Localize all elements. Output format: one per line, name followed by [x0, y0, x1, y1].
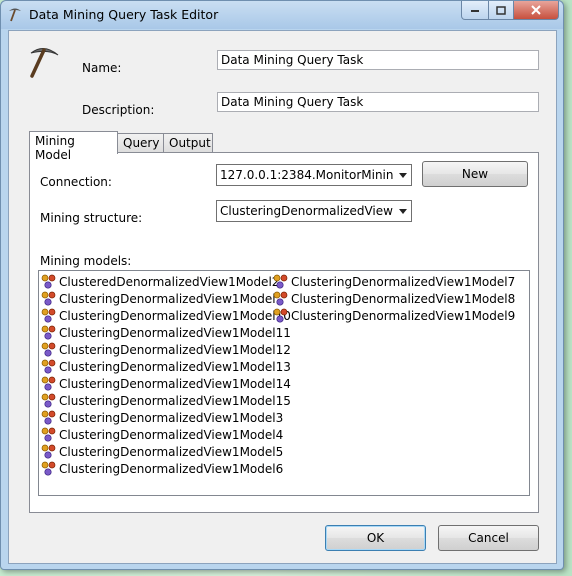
list-item[interactable]: ClusteringDenormalizedView1Model6: [41, 460, 291, 477]
mining-model-icon: [273, 274, 288, 289]
list-item[interactable]: ClusteringDenormalizedView1Model3: [41, 409, 291, 426]
mining-structure-label: Mining structure:: [40, 211, 143, 225]
mining-structure-value: ClusteringDenormalizedView1Str: [220, 204, 393, 218]
chevron-down-icon: [394, 165, 411, 185]
chevron-down-icon: [394, 201, 411, 221]
list-item[interactable]: ClusteredDenormalizedView1Model2: [41, 273, 291, 290]
list-item-label: ClusteringDenormalizedView1Model12: [59, 342, 291, 357]
mining-model-icon: [41, 376, 56, 391]
cancel-button[interactable]: Cancel: [438, 525, 539, 551]
list-item[interactable]: ClusteringDenormalizedView1Model8: [273, 290, 515, 307]
pickaxe-icon: [9, 8, 21, 22]
list-item-label: ClusteringDenormalizedView1Model3: [59, 410, 284, 425]
title-bar[interactable]: Data Mining Query Task Editor: [1, 1, 563, 29]
ok-button[interactable]: OK: [325, 525, 426, 551]
mining-model-icon: [41, 342, 56, 357]
mining-model-icon: [41, 308, 56, 323]
mining-model-icon: [41, 461, 56, 476]
connection-value: 127.0.0.1:2384.MonitorMiningPro: [220, 168, 393, 182]
tab-mining-model[interactable]: Mining Model: [29, 131, 118, 162]
list-item[interactable]: ClusteringDenormalizedView1Model4: [41, 426, 291, 443]
list-item[interactable]: ClusteringDenormalizedView1Model11: [41, 324, 291, 341]
list-item-label: ClusteringDenormalizedView1Model8: [291, 291, 516, 306]
minimize-icon: [471, 10, 479, 12]
list-item-label: ClusteringDenormalizedView1Model6: [59, 461, 284, 476]
list-item[interactable]: ClusteringDenormalizedView1Model13: [41, 358, 291, 375]
description-label: Description:: [82, 103, 155, 117]
list-item[interactable]: ClusteringDenormalizedView1Model: [41, 290, 291, 307]
tab-output[interactable]: Output: [163, 133, 213, 153]
list-item[interactable]: ClusteringDenormalizedView1Model10: [41, 307, 291, 324]
mining-model-icon: [41, 291, 56, 306]
list-item-label: ClusteringDenormalizedView1Model13: [59, 359, 291, 374]
mining-models-column-2: ClusteringDenormalizedView1Model7 Cluste…: [273, 273, 515, 324]
list-item-label: ClusteringDenormalizedView1Model5: [59, 444, 284, 459]
mining-model-icon: [41, 325, 56, 340]
list-item[interactable]: ClusteringDenormalizedView1Model5: [41, 443, 291, 460]
mining-model-panel: Connection: 127.0.0.1:2384.MonitorMining…: [29, 152, 539, 513]
window-title: Data Mining Query Task Editor: [29, 7, 219, 22]
list-item[interactable]: ClusteringDenormalizedView1Model12: [41, 341, 291, 358]
mining-model-icon: [41, 274, 56, 289]
list-item-label: ClusteringDenormalizedView1Model4: [59, 427, 284, 442]
mining-model-icon: [273, 291, 288, 306]
list-item[interactable]: ClusteringDenormalizedView1Model9: [273, 307, 515, 324]
mining-models-list[interactable]: ClusteredDenormalizedView1Model2 Cluster…: [38, 270, 530, 496]
pickaxe-icon: [30, 48, 59, 78]
list-item[interactable]: ClusteringDenormalizedView1Model7: [273, 273, 515, 290]
mining-models-column-1: ClusteredDenormalizedView1Model2 Cluster…: [41, 273, 291, 477]
mining-model-icon: [41, 359, 56, 374]
name-input[interactable]: Data Mining Query Task: [217, 50, 539, 70]
minimize-button[interactable]: [461, 1, 489, 20]
list-item-label: ClusteringDenormalizedView1Model9: [291, 308, 516, 323]
mining-model-icon: [41, 410, 56, 425]
description-input[interactable]: Data Mining Query Task: [217, 92, 539, 112]
connection-label: Connection:: [40, 175, 112, 189]
mining-model-icon: [273, 308, 288, 323]
list-item-label: ClusteringDenormalizedView1Model10: [59, 308, 291, 323]
dialog-content: Name: Data Mining Query Task Description…: [8, 30, 557, 564]
connection-dropdown[interactable]: 127.0.0.1:2384.MonitorMiningPro: [216, 164, 412, 186]
mining-structure-dropdown[interactable]: ClusteringDenormalizedView1Str: [216, 200, 412, 222]
mining-models-label: Mining models:: [40, 254, 132, 268]
maximize-button[interactable]: [489, 1, 514, 20]
list-item-label: ClusteringDenormalizedView1Model14: [59, 376, 291, 391]
list-item-label: ClusteringDenormalizedView1Model: [59, 291, 276, 306]
mining-model-icon: [41, 393, 56, 408]
list-item-label: ClusteredDenormalizedView1Model2: [59, 274, 280, 289]
list-item-label: ClusteringDenormalizedView1Model7: [291, 274, 516, 289]
maximize-icon: [496, 5, 506, 15]
new-connection-button[interactable]: New: [422, 161, 528, 187]
dialog-window: Data Mining Query Task Editor Name: Data…: [0, 0, 564, 570]
close-icon: [531, 5, 541, 15]
close-button[interactable]: [514, 1, 559, 20]
name-label: Name:: [82, 61, 122, 75]
list-item[interactable]: ClusteringDenormalizedView1Model14: [41, 375, 291, 392]
mining-model-icon: [41, 427, 56, 442]
mining-model-icon: [41, 444, 56, 459]
list-item-label: ClusteringDenormalizedView1Model11: [59, 325, 291, 340]
tab-query[interactable]: Query: [117, 133, 164, 153]
list-item-label: ClusteringDenormalizedView1Model15: [59, 393, 291, 408]
list-item[interactable]: ClusteringDenormalizedView1Model15: [41, 392, 291, 409]
